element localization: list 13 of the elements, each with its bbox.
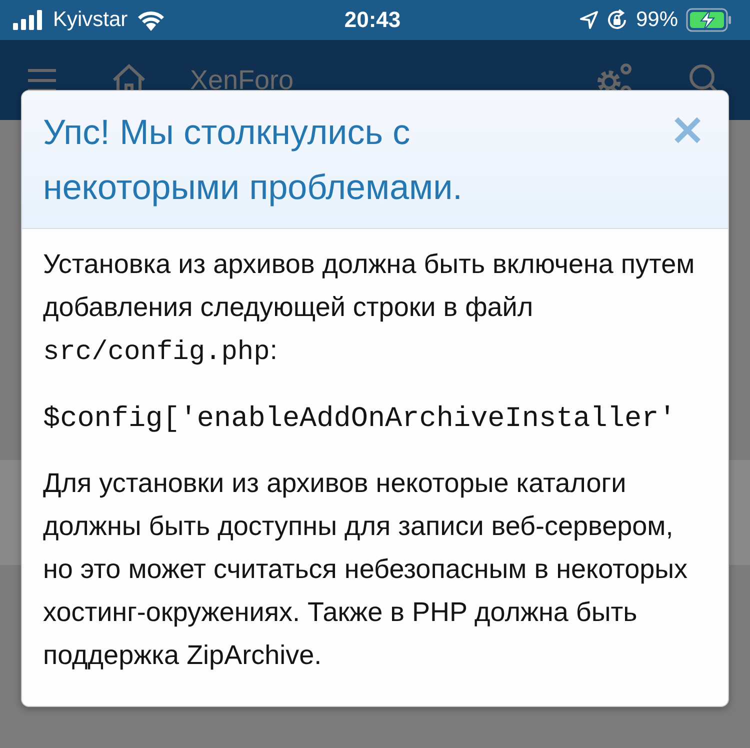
code-line: $config['enableAddOnArchiveInstaller' (43, 401, 677, 437)
clock-time: 20:43 (344, 7, 401, 33)
signal-icon (13, 10, 45, 30)
wifi-icon (136, 9, 166, 31)
location-arrow-icon (580, 11, 598, 29)
rotation-lock-icon (606, 9, 628, 31)
close-button[interactable]: × (665, 105, 710, 155)
dialog-title: Упс! Мы столкнулись с некоторыми проблемами. (43, 112, 464, 209)
message-paragraph: Для установки из архивов некоторые каталоги должны быть доступны для записи веб-сервером, но это может считаться небезопасным в некоторых хостинг-окружениях. Также в PHP должна быть поддержка ZipArchive. (43, 467, 689, 672)
carrier-name: Kyivstar (53, 8, 128, 32)
battery-percent: 99% (636, 8, 678, 32)
battery-charging-icon (686, 8, 732, 32)
message-paragraph: Установка из архивов должна быть включена путем добавления следующей строки в файл src/config.php: (43, 248, 696, 370)
